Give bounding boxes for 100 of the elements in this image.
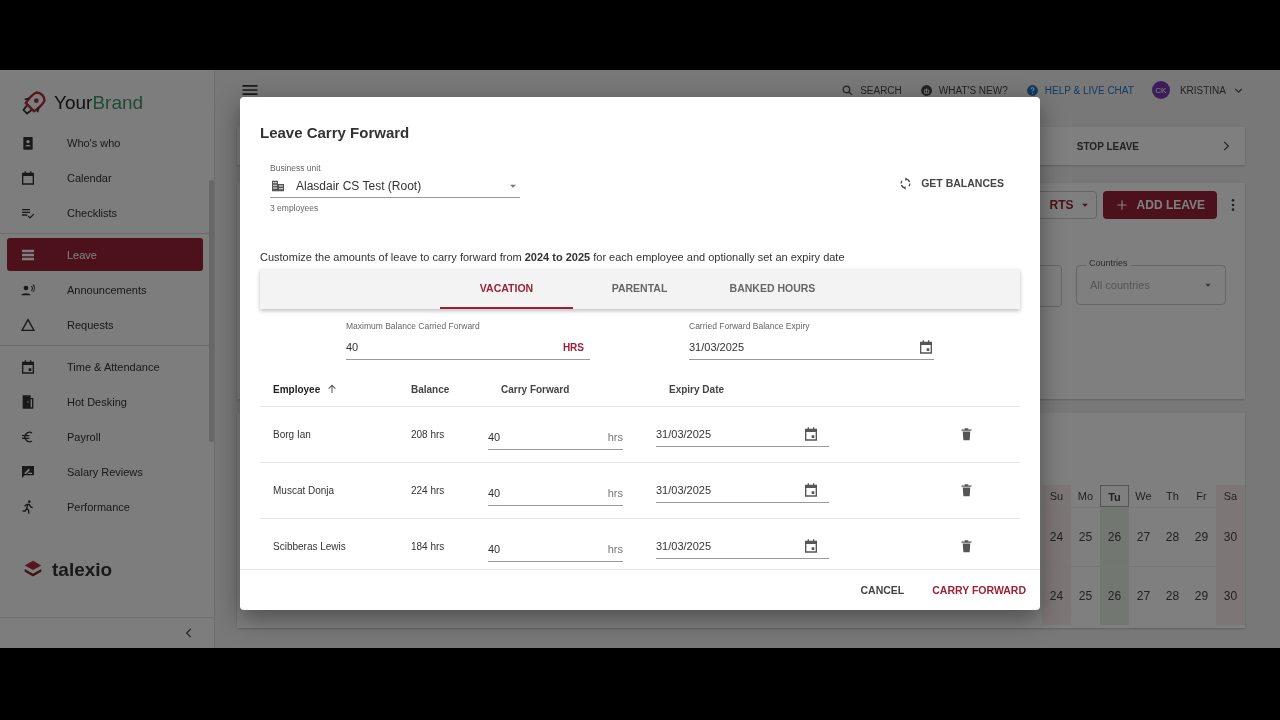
date-field[interactable]: 31/03/2025 bbox=[656, 422, 829, 447]
helper-text: 3 employees bbox=[270, 203, 320, 213]
stop-leave-label: STOP LEAVE bbox=[1076, 140, 1139, 152]
tab[interactable]: BANKED HOURS bbox=[706, 269, 839, 309]
date-cell: 26 bbox=[1100, 507, 1129, 566]
field-label: Maximum Balance Carried Forward bbox=[346, 321, 481, 331]
day-header: Mo bbox=[1076, 489, 1095, 504]
get-balances-button[interactable]: GET BALANCES bbox=[882, 175, 1020, 191]
calendar-icon bbox=[20, 169, 36, 186]
carry-forward-field[interactable]: 40 hrs bbox=[488, 537, 623, 562]
field-label: Countries bbox=[1086, 258, 1131, 268]
sidebar-item[interactable]: Announcements bbox=[7, 273, 203, 306]
day-header: Fr bbox=[1195, 489, 1208, 504]
sidebar-item[interactable]: Who's who bbox=[7, 126, 203, 159]
calendar-icon[interactable] bbox=[803, 426, 819, 442]
contact-card-icon bbox=[20, 134, 36, 151]
triangle-icon bbox=[20, 316, 36, 333]
brand-logo-text: YourBrand bbox=[54, 92, 144, 114]
person-speaking-icon bbox=[20, 281, 36, 298]
date-field[interactable]: 31/03/2025 bbox=[689, 335, 934, 360]
date-field[interactable]: 31/03/2025 bbox=[656, 534, 829, 559]
day-header: Su bbox=[1042, 485, 1071, 507]
sidebar-item[interactable]: Calendar bbox=[7, 161, 203, 194]
delete-icon[interactable] bbox=[959, 539, 974, 554]
field-value: 40 bbox=[488, 431, 502, 443]
door-icon bbox=[20, 393, 36, 410]
header-link[interactable]: SEARCH bbox=[841, 83, 902, 97]
talexio-logo-text: talexio bbox=[52, 559, 113, 581]
day-header: Th bbox=[1165, 489, 1180, 504]
calendar-icon bbox=[20, 358, 36, 375]
date-cell: 28 bbox=[1158, 566, 1187, 625]
balance-value: 224 hrs bbox=[411, 485, 445, 496]
balance-value: 208 hrs bbox=[411, 429, 445, 440]
day-header: Tu bbox=[1100, 485, 1129, 507]
employee-name: Muscat Donja bbox=[273, 485, 335, 496]
unit-label: HRS bbox=[562, 341, 584, 353]
sidebar-item[interactable]: Leave bbox=[7, 238, 203, 271]
sidebar-item[interactable]: Requests bbox=[7, 308, 203, 341]
add-leave-button[interactable]: ADD LEAVE bbox=[1102, 191, 1217, 219]
date-cell: 30 bbox=[1216, 566, 1245, 625]
sidebar-item[interactable]: Payroll bbox=[7, 420, 203, 453]
running-figure-icon bbox=[20, 498, 36, 515]
sidebar-item[interactable]: Salary Reviews bbox=[7, 455, 203, 488]
date-cell: 26 bbox=[1100, 566, 1129, 625]
delete-icon[interactable] bbox=[959, 427, 974, 442]
sidebar-item[interactable]: Checklists bbox=[7, 196, 203, 229]
date-cell: 28 bbox=[1158, 507, 1187, 566]
plus-icon bbox=[1114, 198, 1129, 212]
tab[interactable]: VACATION bbox=[440, 269, 573, 309]
sidebar-item[interactable]: Hot Desking bbox=[7, 385, 203, 418]
field-label: Business unit bbox=[270, 163, 322, 173]
building-icon bbox=[270, 178, 286, 194]
field-value: 31/03/2025 bbox=[689, 341, 746, 353]
refresh-icon bbox=[898, 175, 914, 191]
date-cell: 27 bbox=[1129, 507, 1158, 566]
unit-label: hrs bbox=[607, 543, 623, 555]
sidebar-item[interactable]: Time & Attendance bbox=[7, 350, 203, 383]
max-balance-field[interactable]: 40 HRS bbox=[346, 335, 590, 360]
delete-icon[interactable] bbox=[959, 483, 974, 498]
tab[interactable]: PARENTAL bbox=[573, 269, 706, 309]
calendar-icon[interactable] bbox=[803, 538, 819, 554]
column-header[interactable]: Balance bbox=[411, 383, 450, 395]
field-value: 31/03/2025 bbox=[656, 484, 713, 496]
user-menu[interactable]: CK KRISTINA bbox=[1151, 81, 1245, 99]
date-cell: 27 bbox=[1129, 566, 1158, 625]
carry-forward-field[interactable]: 40 hrs bbox=[488, 481, 623, 506]
day-header: Sa bbox=[1216, 485, 1245, 507]
balance-value: 184 hrs bbox=[411, 541, 445, 552]
column-header[interactable]: Carry Forward bbox=[501, 383, 570, 395]
field-value: 31/03/2025 bbox=[656, 540, 713, 552]
day-header: We bbox=[1134, 489, 1153, 504]
calendar-icon[interactable] bbox=[803, 482, 819, 498]
field-label: Carried Forward Balance Expiry bbox=[689, 321, 811, 331]
carry-forward-field[interactable]: 40 hrs bbox=[488, 425, 623, 450]
rocket-icon bbox=[20, 89, 48, 117]
employee-name: Borg Ian bbox=[273, 429, 311, 440]
field-value: 40 bbox=[346, 341, 360, 353]
field-value: 40 bbox=[488, 543, 502, 555]
search-icon bbox=[841, 83, 855, 97]
unit-label: hrs bbox=[607, 487, 623, 499]
employee-name: Scibberas Lewis bbox=[273, 541, 346, 552]
column-header[interactable]: Employee bbox=[273, 383, 321, 395]
column-header[interactable]: Expiry Date bbox=[669, 383, 725, 395]
header-link[interactable]: WHAT'S NEW? bbox=[919, 83, 1008, 97]
dialog-title: Leave Carry Forward bbox=[260, 123, 411, 141]
date-cell: 24 bbox=[1042, 507, 1071, 566]
comment-edit-icon bbox=[20, 463, 36, 480]
date-field[interactable]: 31/03/2025 bbox=[656, 478, 829, 503]
business-unit-select[interactable]: Alasdair CS Test (Root) bbox=[270, 175, 520, 198]
sidebar-item[interactable]: Performance bbox=[7, 490, 203, 523]
date-cell: 30 bbox=[1216, 507, 1245, 566]
user-avatar: CK bbox=[1151, 81, 1170, 99]
header-link[interactable]: HELP & LIVE CHAT bbox=[1025, 83, 1134, 97]
unit-label: hrs bbox=[607, 431, 623, 443]
cancel-button[interactable]: CANCEL bbox=[852, 578, 913, 602]
field-value: 40 bbox=[488, 487, 502, 499]
calendar-icon[interactable] bbox=[918, 339, 934, 355]
carry-forward-button[interactable]: CARRY FORWARD bbox=[924, 578, 1034, 602]
field-value: 31/03/2025 bbox=[656, 428, 713, 440]
description-text: Customize the amounts of leave to carry forward from 2024 to 2025 for each employee and optionally set an expiry date bbox=[260, 251, 846, 263]
